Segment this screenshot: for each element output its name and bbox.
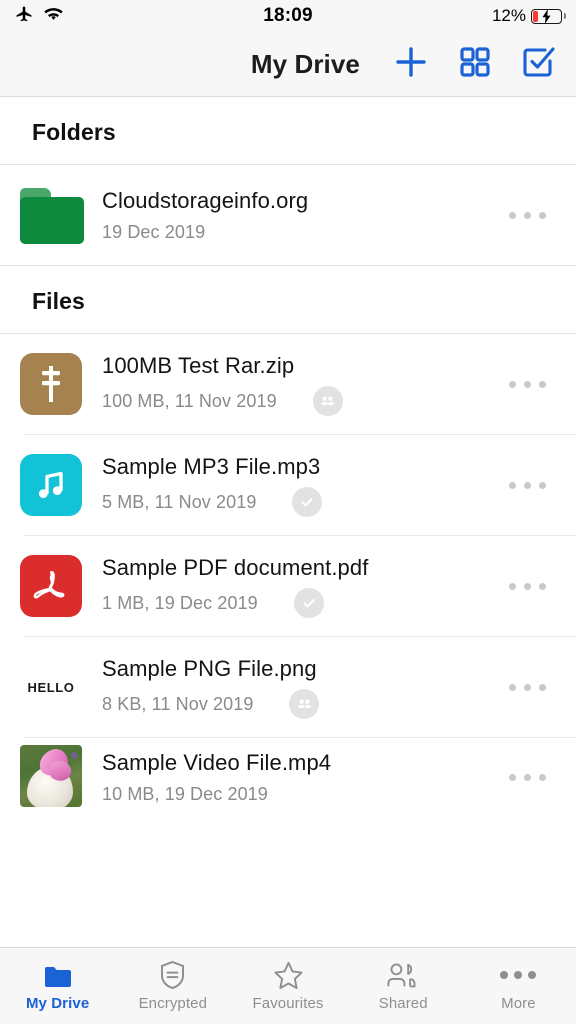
file-name: Sample MP3 File.mp3 <box>102 453 321 479</box>
file-row-text: Sample PNG File.png 8 KB, 11 Nov 2019 <box>102 655 493 720</box>
file-meta: 10 MB, 19 Dec 2019 <box>102 783 268 804</box>
select-checkbox-icon <box>520 44 556 85</box>
file-name: 100MB Test Rar.zip <box>102 352 295 378</box>
people-icon <box>386 960 420 990</box>
overflow-menu-icon[interactable] <box>493 464 552 507</box>
folder-date: 19 Dec 2019 <box>102 221 206 242</box>
file-list-scroll-area[interactable]: Folders Cloudstorageinfo.org 19 Dec 2019… <box>0 97 576 947</box>
synced-check-badge <box>292 487 323 518</box>
status-bar-clock: 18:09 <box>263 5 313 26</box>
audio-file-icon <box>20 453 84 517</box>
status-bar: 18:09 12% <box>0 0 576 32</box>
overflow-menu-icon[interactable] <box>493 194 552 237</box>
page-title: My Drive <box>250 48 360 79</box>
more-dots-icon <box>500 960 537 990</box>
tab-shared[interactable]: Shared <box>346 948 461 1024</box>
png-thumbnail-text: HELLO <box>20 658 82 716</box>
file-meta: 5 MB, 11 Nov 2019 <box>102 491 257 512</box>
overflow-menu-icon[interactable] <box>493 756 552 799</box>
folder-icon <box>20 183 84 247</box>
file-row-text: Sample PDF document.pdf 1 MB, 19 Dec 201… <box>102 554 493 619</box>
grid-view-icon <box>458 45 492 84</box>
tab-my-drive[interactable]: My Drive <box>0 948 115 1024</box>
tab-label: My Drive <box>25 995 90 1012</box>
folder-row-text: Cloudstorageinfo.org 19 Dec 2019 <box>102 187 493 243</box>
overflow-menu-icon[interactable] <box>493 363 552 406</box>
shared-users-badge <box>289 689 320 720</box>
video-thumbnail <box>20 745 84 809</box>
grid-view-button[interactable] <box>458 45 492 84</box>
section-header-folders: Folders <box>32 119 116 145</box>
pdf-file-icon <box>20 554 84 618</box>
section-header-files: Files <box>32 288 85 314</box>
add-button[interactable] <box>392 43 430 86</box>
bottom-tab-bar: My Drive Encrypted Favourites Shared Mor… <box>0 947 576 1024</box>
overflow-menu-icon[interactable] <box>493 666 552 709</box>
file-meta: 8 KB, 11 Nov 2019 <box>102 693 254 714</box>
file-row-video[interactable]: Sample Video File.mp4 10 MB, 19 Dec 2019 <box>0 738 576 816</box>
file-row-mp3[interactable]: Sample MP3 File.mp3 5 MB, 11 Nov 2019 <box>0 435 576 535</box>
shield-icon <box>159 960 186 990</box>
star-icon <box>273 960 304 990</box>
file-meta: 100 MB, 11 Nov 2019 <box>102 390 277 411</box>
app-root: 18:09 12% My Drive Folders Cloudstoragei… <box>0 0 576 1024</box>
tab-label: Favourites <box>252 995 324 1012</box>
file-row-text: Sample MP3 File.mp3 5 MB, 11 Nov 2019 <box>102 453 493 518</box>
status-bar-right: 12% <box>491 6 566 26</box>
tab-encrypted[interactable]: Encrypted <box>115 948 230 1024</box>
image-thumbnail: HELLO <box>20 655 84 719</box>
file-row-png[interactable]: HELLO Sample PNG File.png 8 KB, 11 Nov 2… <box>0 637 576 737</box>
synced-check-badge <box>293 588 324 619</box>
tab-label: Encrypted <box>138 995 208 1012</box>
file-row-text: Sample Video File.mp4 10 MB, 19 Dec 2019 <box>102 749 493 805</box>
tab-favourites[interactable]: Favourites <box>230 948 345 1024</box>
zip-file-icon <box>20 352 84 416</box>
file-name: Sample PNG File.png <box>102 655 317 681</box>
navigation-bar: My Drive <box>0 32 576 97</box>
file-meta: 1 MB, 19 Dec 2019 <box>102 592 258 613</box>
tab-label: More <box>501 995 536 1012</box>
file-row-pdf[interactable]: Sample PDF document.pdf 1 MB, 19 Dec 201… <box>0 536 576 636</box>
file-name: Sample Video File.mp4 <box>102 750 332 776</box>
tab-more[interactable]: More <box>461 948 576 1024</box>
shared-users-badge <box>312 386 343 417</box>
file-row-zip[interactable]: 100MB Test Rar.zip 100 MB, 11 Nov 2019 <box>0 334 576 434</box>
plus-icon <box>392 43 430 86</box>
file-name: Sample PDF document.pdf <box>102 554 369 580</box>
tab-label: Shared <box>378 995 428 1012</box>
folder-row-cloudstorageinfo[interactable]: Cloudstorageinfo.org 19 Dec 2019 <box>0 165 576 265</box>
folder-icon <box>43 960 73 990</box>
file-row-text: 100MB Test Rar.zip 100 MB, 11 Nov 2019 <box>102 352 493 417</box>
overflow-menu-icon[interactable] <box>493 565 552 608</box>
battery-charging-icon <box>531 8 566 24</box>
select-mode-button[interactable] <box>520 44 556 85</box>
battery-percent-label: 12% <box>491 6 526 25</box>
folder-name: Cloudstorageinfo.org <box>102 188 309 214</box>
